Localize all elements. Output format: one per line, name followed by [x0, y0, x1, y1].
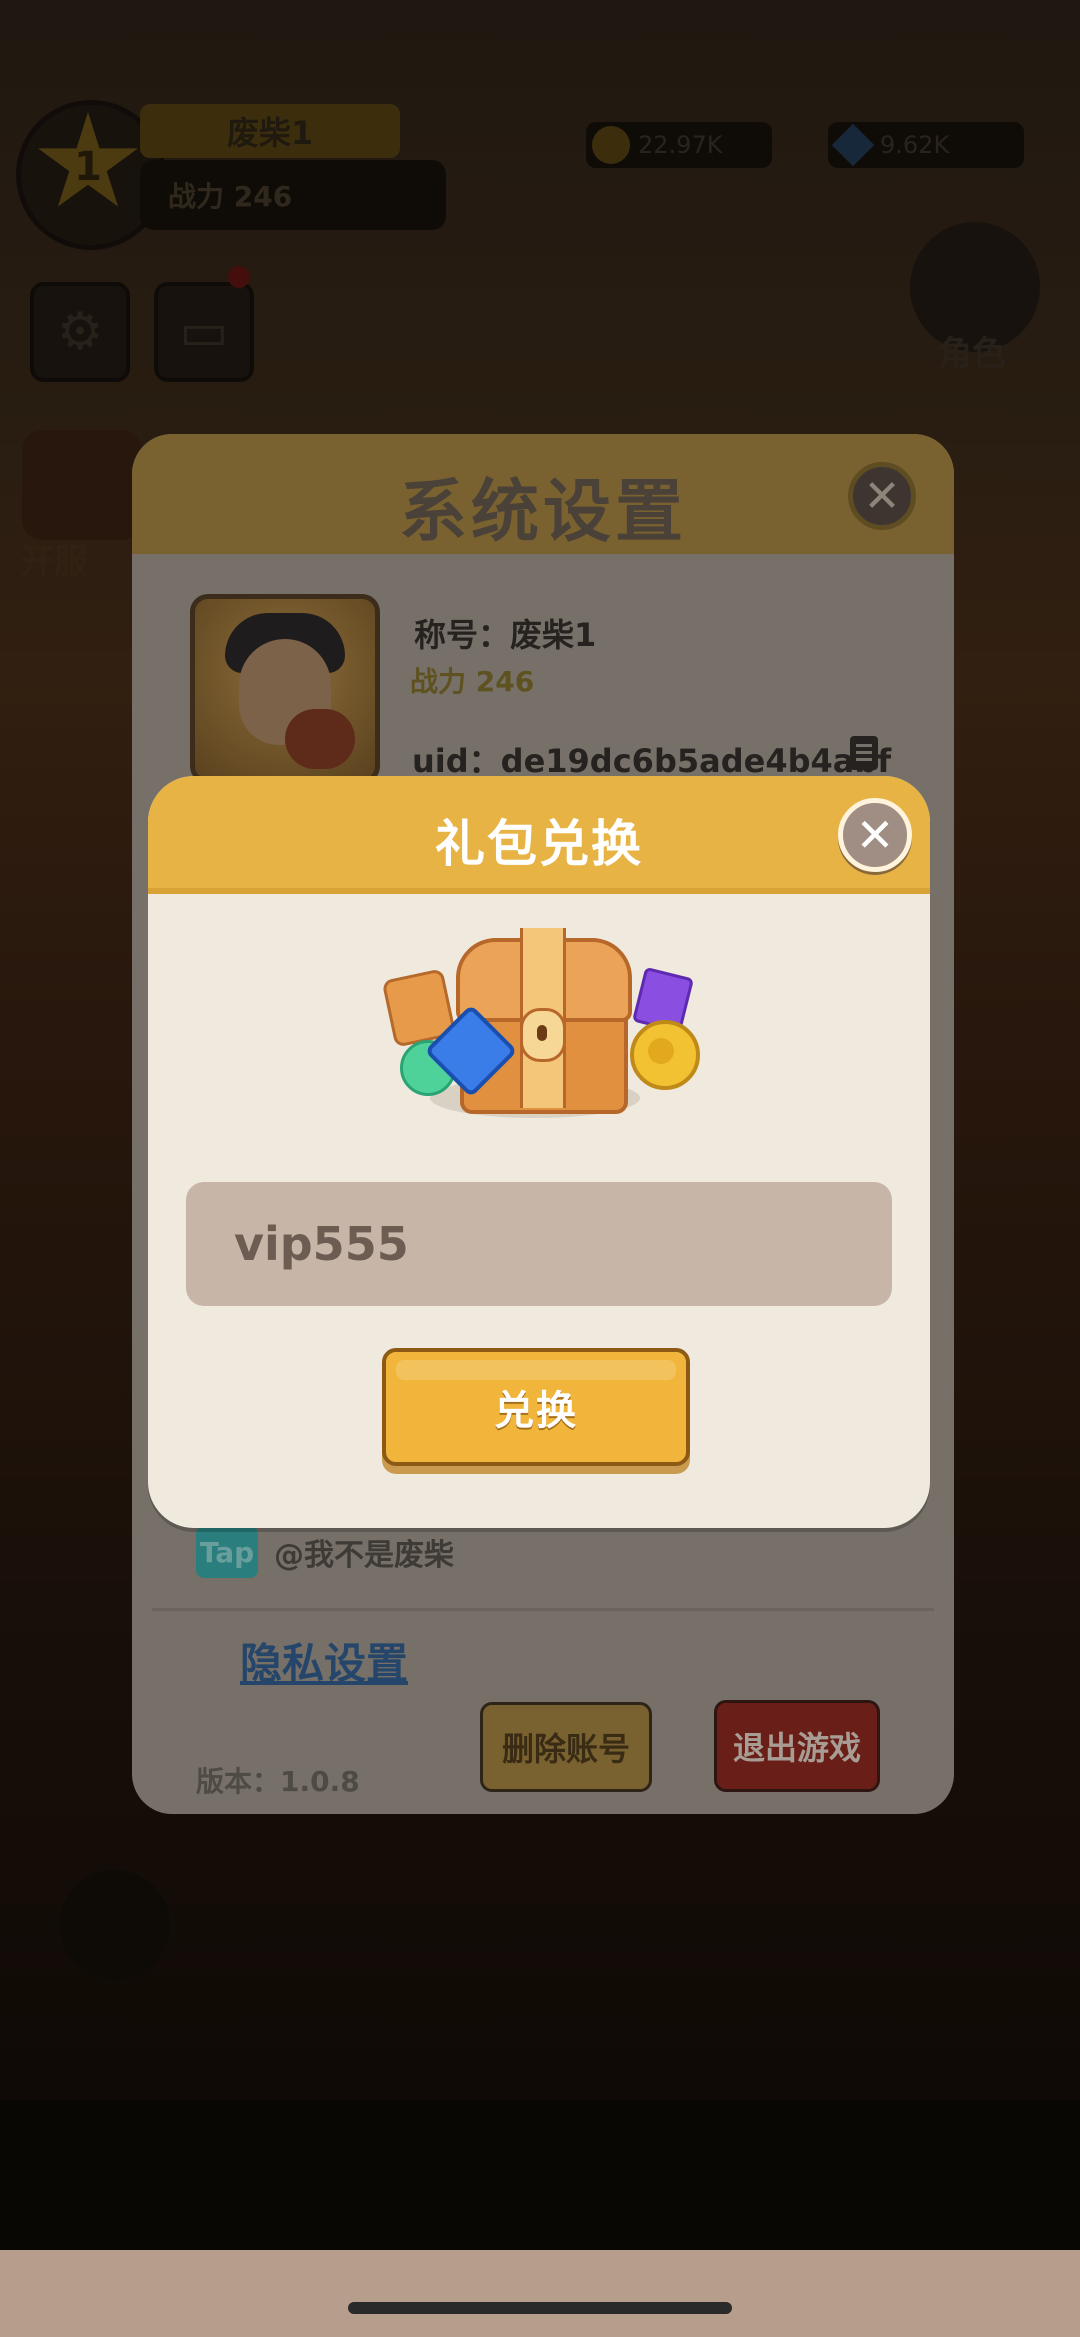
- privacy-settings-link[interactable]: 隐私设置: [240, 1630, 408, 1691]
- taptap-logo: Tap: [196, 1526, 258, 1578]
- chest-lock-icon: [520, 1008, 566, 1062]
- boxing-glove-icon: [285, 709, 355, 769]
- player-title: 称号：废柴1: [414, 616, 597, 654]
- taptap-account: @我不是废柴: [274, 1538, 454, 1573]
- player-power-info: 战力 246: [410, 665, 535, 698]
- character-portrait[interactable]: [190, 594, 380, 784]
- redeem-button[interactable]: 兑换: [382, 1348, 690, 1466]
- dialog-close-button[interactable]: ✕: [838, 798, 912, 872]
- gift-redeem-dialog: 礼包兑换 ✕ 兑换: [148, 776, 930, 1528]
- gift-code-input[interactable]: [186, 1182, 892, 1306]
- close-icon: ✕: [863, 470, 901, 522]
- delete-account-button[interactable]: 删除账号: [480, 1702, 652, 1792]
- redeem-button-label: 兑换: [494, 1388, 578, 1434]
- dialog-title: 礼包兑换: [435, 815, 643, 873]
- version-label: 版本：1.0.8: [196, 1765, 360, 1798]
- settings-title: 系统设置: [398, 473, 687, 552]
- copy-icon[interactable]: [850, 736, 878, 770]
- settings-close-button[interactable]: ✕: [848, 462, 916, 530]
- divider: [152, 1608, 934, 1611]
- home-indicator[interactable]: [348, 2302, 732, 2314]
- quit-game-button[interactable]: 退出游戏: [714, 1700, 880, 1792]
- close-icon: ✕: [855, 808, 895, 862]
- treasure-chest-icon: [380, 928, 700, 1128]
- gold-coin-icon: [630, 1020, 700, 1090]
- system-bottom-bar: [0, 2250, 1080, 2337]
